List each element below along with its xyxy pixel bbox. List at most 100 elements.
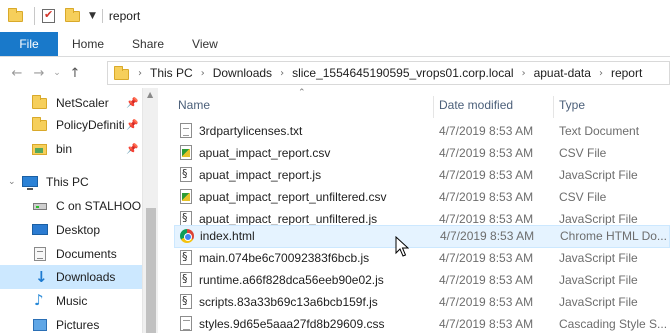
back-arrow-icon[interactable]: ← [6, 62, 28, 84]
ribbon-tabs: File Home Share View [0, 32, 670, 57]
new-folder-icon[interactable] [65, 8, 81, 24]
file-type: JavaScript File [559, 251, 638, 265]
file-type: Chrome HTML Do... [560, 229, 667, 243]
file-row[interactable]: apuat_impact_report_unfiltered.csv 4/7/2… [174, 187, 670, 208]
js-file-icon [178, 294, 194, 310]
file-row[interactable]: styles.9d65e5aaa27fd8b29609.css 4/7/2019… [174, 314, 670, 333]
nav-item-documents[interactable]: Documents [0, 242, 142, 266]
breadcrumb-slice-folder[interactable]: slice_1554645190595_vrops01.corp.local [292, 66, 514, 80]
file-type: JavaScript File [559, 273, 638, 287]
nav-item-pictures[interactable]: Pictures [0, 313, 142, 333]
pictures-icon [32, 317, 48, 333]
pin-icon[interactable]: 📌 [126, 144, 138, 155]
nav-scrollbar[interactable]: ▲ [142, 88, 158, 333]
file-date: 4/7/2019 8:53 AM [439, 124, 534, 138]
tab-file[interactable]: File [0, 32, 58, 56]
customize-toolbar-icon[interactable]: ▼ [89, 11, 96, 21]
file-type: CSV File [559, 190, 607, 204]
forward-arrow-icon[interactable]: → [28, 62, 50, 84]
file-name: index.html [200, 229, 255, 243]
chevron-right-icon[interactable]: › [599, 68, 603, 79]
breadcrumb-downloads[interactable]: Downloads [213, 66, 272, 80]
divider [34, 7, 35, 25]
navigation-pane: NetScaler 📌 PolicyDefiniti 📌 bin 📌 ⌄ Thi… [0, 88, 158, 333]
desktop-icon [32, 222, 48, 238]
network-drive-icon [32, 198, 48, 214]
title-bar: ▼ report [0, 0, 670, 32]
mouse-pointer-icon [395, 236, 409, 257]
breadcrumb-report[interactable]: report [611, 66, 642, 80]
file-date: 4/7/2019 8:53 AM [439, 146, 534, 160]
file-name: apuat_impact_report.csv [199, 146, 331, 160]
file-date: 4/7/2019 8:53 AM [440, 229, 535, 243]
chevron-down-icon[interactable]: ⌄ [8, 177, 16, 187]
nav-item-label: This PC [46, 175, 89, 189]
text-file-icon [178, 123, 194, 139]
csv-file-icon [178, 145, 194, 161]
file-name: 3rdpartylicenses.txt [199, 124, 303, 138]
quick-access-toolbar: ▼ report [0, 0, 140, 32]
breadcrumb-this-pc[interactable]: This PC [150, 66, 193, 80]
scroll-up-icon[interactable]: ▲ [147, 90, 153, 99]
nav-item-netscaler[interactable]: NetScaler 📌 [0, 91, 142, 115]
nav-item-c-on-stalhood[interactable]: C on STALHOOD [0, 194, 150, 218]
chevron-right-icon[interactable]: › [280, 68, 284, 79]
nav-item-label: PolicyDefiniti [56, 118, 125, 132]
file-name: styles.9d65e5aaa27fd8b29609.css [199, 317, 385, 331]
tab-view[interactable]: View [178, 32, 232, 56]
column-headers: Name Date modified Type [158, 92, 670, 118]
folder-icon [32, 95, 48, 111]
nav-item-label: Desktop [56, 223, 101, 237]
folder-icon [32, 117, 48, 133]
file-date: 4/7/2019 8:53 AM [439, 190, 534, 204]
nav-item-desktop[interactable]: Desktop [0, 218, 142, 242]
file-row[interactable]: scripts.83a33b69c13a6bcb159f.js 4/7/2019… [174, 292, 670, 313]
nav-item-label: bin [56, 142, 73, 156]
chevron-right-icon[interactable]: › [201, 68, 205, 79]
nav-item-label: C on STALHOOD [56, 199, 150, 213]
file-name: apuat_impact_report_unfiltered.csv [199, 190, 387, 204]
column-header-date-modified[interactable]: Date modified [439, 92, 557, 118]
file-row[interactable]: runtime.a66f828dca56eeb90e02.js 4/7/2019… [174, 270, 670, 291]
file-date: 4/7/2019 8:53 AM [439, 251, 534, 265]
window-title: report [101, 9, 140, 23]
file-type: JavaScript File [559, 168, 638, 182]
folder-icon [8, 8, 24, 24]
pin-icon[interactable]: 📌 [126, 120, 138, 131]
file-row[interactable]: 3rdpartylicenses.txt 4/7/2019 8:53 AM Te… [174, 121, 670, 142]
chevron-right-icon[interactable]: › [138, 68, 142, 79]
tab-share[interactable]: Share [118, 32, 178, 56]
address-bar[interactable]: › This PC › Downloads › slice_1554645190… [107, 61, 670, 85]
nav-item-this-pc[interactable]: ⌄ This PC [0, 170, 142, 194]
nav-item-downloads[interactable]: ↓ Downloads [0, 265, 142, 289]
column-divider[interactable] [433, 96, 434, 118]
column-header-name[interactable]: Name [178, 92, 433, 118]
tab-home[interactable]: Home [58, 32, 118, 56]
file-row-hovered[interactable]: index.html 4/7/2019 8:53 AM Chrome HTML … [174, 225, 670, 248]
chevron-right-icon[interactable]: › [522, 68, 526, 79]
nav-item-label: Pictures [56, 318, 100, 332]
folder-icon [32, 141, 48, 157]
column-divider[interactable] [553, 96, 554, 118]
file-row[interactable]: apuat_impact_report.js 4/7/2019 8:53 AM … [174, 165, 670, 186]
documents-icon [32, 246, 48, 262]
downloads-icon: ↓ [35, 268, 48, 286]
properties-icon[interactable] [41, 8, 57, 24]
nav-item-music[interactable]: ♪ Music [0, 289, 142, 313]
nav-item-policydefinitions[interactable]: PolicyDefiniti 📌 [0, 113, 142, 137]
nav-item-label: Downloads [56, 270, 116, 284]
column-header-type[interactable]: Type [559, 92, 669, 118]
css-file-icon [178, 316, 194, 332]
up-arrow-icon[interactable]: ↑ [64, 62, 86, 84]
nav-item-label: Music [56, 294, 88, 308]
scrollbar-thumb[interactable] [146, 208, 156, 333]
nav-item-bin[interactable]: bin 📌 [0, 137, 142, 161]
pin-icon[interactable]: 📌 [126, 98, 138, 109]
file-date: 4/7/2019 8:53 AM [439, 273, 534, 287]
file-name: scripts.83a33b69c13a6bcb159f.js [199, 295, 378, 309]
breadcrumb-apuat-data[interactable]: apuat-data [534, 66, 591, 80]
file-row[interactable]: main.074be6c70092383f6bcb.js 4/7/2019 8:… [174, 248, 670, 269]
recent-locations-chevron-icon[interactable]: ⌄ [50, 62, 64, 84]
file-row[interactable]: apuat_impact_report.csv 4/7/2019 8:53 AM… [174, 143, 670, 164]
file-type: JavaScript File [559, 295, 638, 309]
